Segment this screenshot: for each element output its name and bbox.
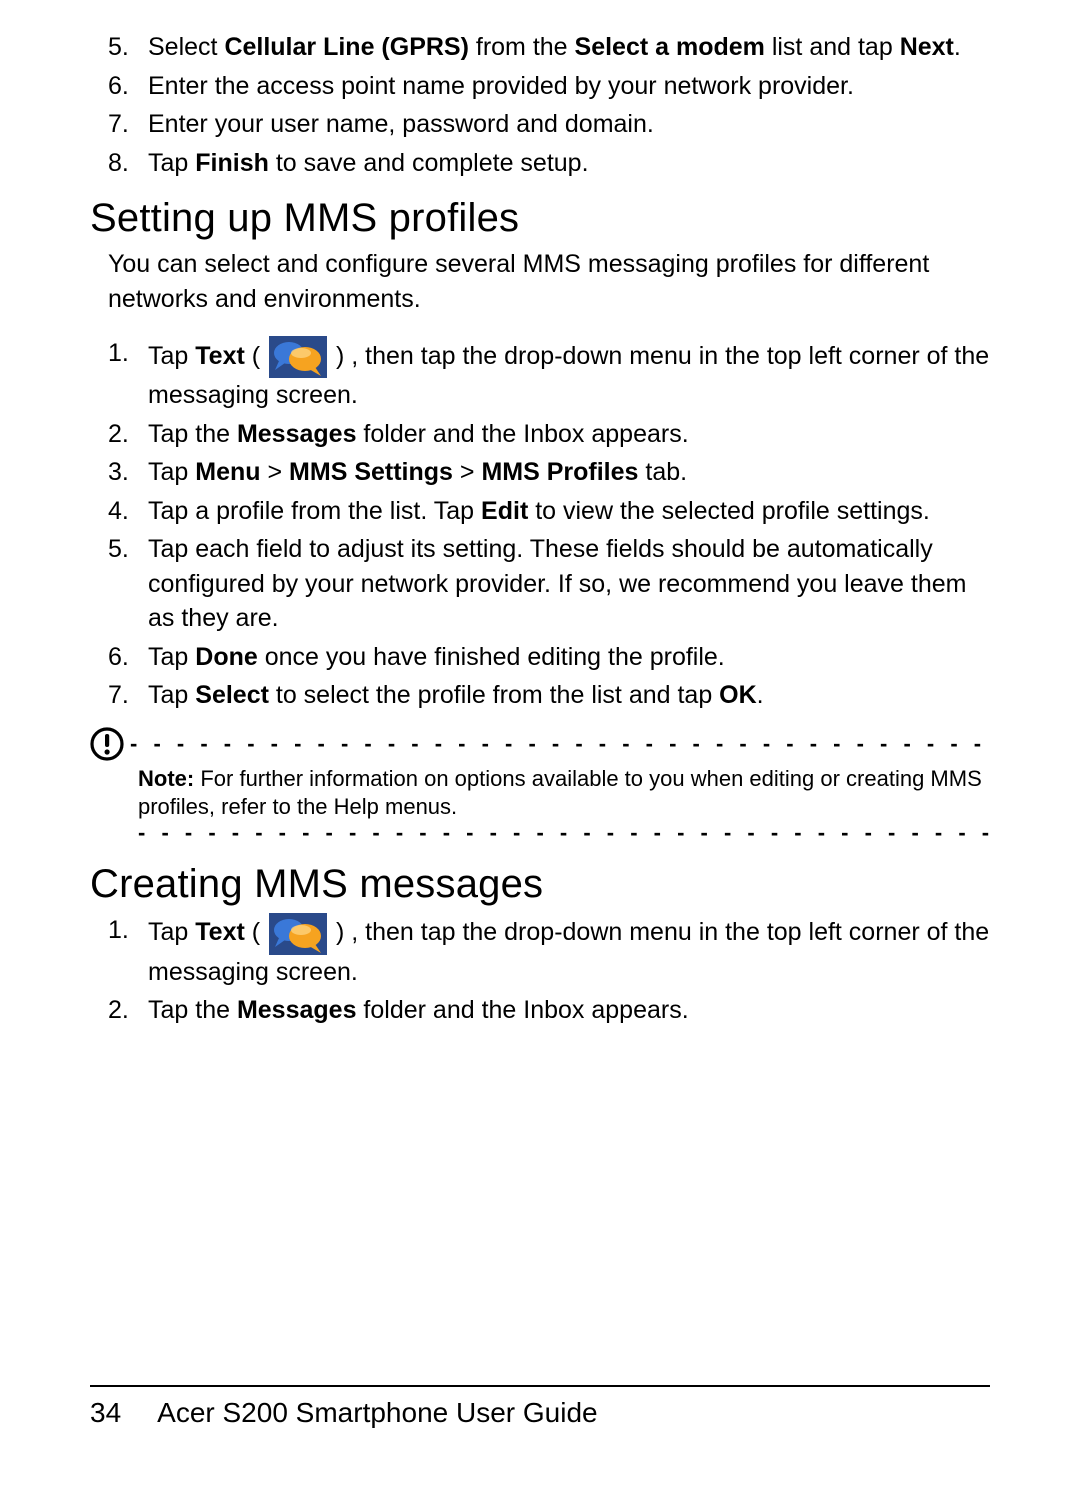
heading-creating-mms-messages: Creating MMS messages [90,862,990,907]
step-number: 3. [108,455,129,490]
step-number: 5. [108,532,129,567]
note-body: For further information on options avail… [138,766,982,820]
step-text: Tap Finish to save and complete setup. [148,149,589,177]
step-text: Tap a profile from the list. Tap Edit to… [148,497,930,525]
step-text: Select Cellular Line (GPRS) from the Sel… [148,33,961,61]
step-number: 2. [108,993,129,1028]
step-text: Tap each field to adjust its setting. Th… [148,535,966,632]
chat-icon [269,336,327,378]
list-item: 1. Tap Text ( ) , then tap the drop-down… [90,913,990,990]
list-item: 4. Tap a profile from the list. Tap Edit… [90,494,990,529]
step-number: 8. [108,146,129,181]
step-number: 7. [108,107,129,142]
step-number: 7. [108,678,129,713]
step-number: 2. [108,417,129,452]
list-item: 2. Tap the Messages folder and the Inbox… [90,993,990,1028]
list-item: 2. Tap the Messages folder and the Inbox… [90,417,990,452]
step-text: Enter your user name, password and domai… [148,110,654,138]
note-label: Note: [138,766,194,791]
list-item: 7. Enter your user name, password and do… [90,107,990,142]
step-text: Tap the Messages folder and the Inbox ap… [148,420,689,448]
step-text: Enter the access point name provided by … [148,72,854,100]
note-dash-top: - - - - - - - - - - - - - - - - - - - - … [130,735,990,753]
step-text: Tap Text ( ) , then tap the drop-down me… [148,918,989,985]
step-text: Tap Select to select the profile from th… [148,681,764,709]
mms-profiles-steps: 1. Tap Text ( ) , then tap the drop-down… [90,336,990,713]
list-item: 1. Tap Text ( ) , then tap the drop-down… [90,336,990,413]
step-text: Tap Done once you have finished editing … [148,643,725,671]
list-item: 8. Tap Finish to save and complete setup… [90,146,990,181]
note-text: Note: For further information on options… [138,765,990,822]
creating-mms-steps: 1. Tap Text ( ) , then tap the drop-down… [90,913,990,1028]
step-number: 4. [108,494,129,529]
step-number: 6. [108,69,129,104]
step-text: Tap the Messages folder and the Inbox ap… [148,996,689,1024]
step-text: Tap Text ( ) , then tap the drop-down me… [148,342,989,409]
heading-setting-up-mms-profiles: Setting up MMS profiles [90,196,990,241]
list-item: 6. Enter the access point name provided … [90,69,990,104]
list-item: 5. Select Cellular Line (GPRS) from the … [90,30,990,65]
chat-icon [269,913,327,955]
step-text: Tap Menu > MMS Settings > MMS Profiles t… [148,458,687,486]
step-number: 6. [108,640,129,675]
note-dash-bottom: - - - - - - - - - - - - - - - - - - - - … [138,824,990,842]
note-block: - - - - - - - - - - - - - - - - - - - - … [90,727,990,842]
list-item: 5. Tap each field to adjust its setting.… [90,532,990,636]
list-item: 6. Tap Done once you have finished editi… [90,640,990,675]
alert-icon [90,727,124,761]
prev-steps-list: 5. Select Cellular Line (GPRS) from the … [90,30,990,180]
step-number: 5. [108,30,129,65]
step-number: 1. [108,336,129,371]
section-intro: You can select and configure several MMS… [108,247,990,316]
page-number: 34 [90,1397,121,1429]
list-item: 3. Tap Menu > MMS Settings > MMS Profile… [90,455,990,490]
step-number: 1. [108,913,129,948]
document-title: Acer S200 Smartphone User Guide [157,1397,597,1429]
list-item: 7. Tap Select to select the profile from… [90,678,990,713]
page-footer: 34 Acer S200 Smartphone User Guide [90,1385,990,1429]
